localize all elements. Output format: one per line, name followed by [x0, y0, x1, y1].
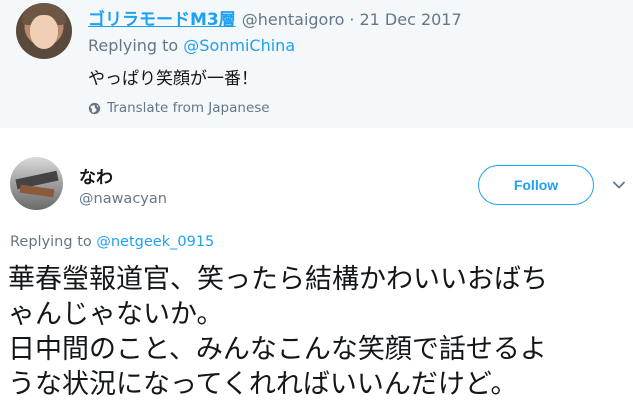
translate-link[interactable]: Translate from Japanese [88, 100, 270, 116]
follow-button[interactable]: Follow [478, 165, 594, 205]
reply-tweet-header: ゴリラモードM3層 @hentaigoro · 21 Dec 2017 [88, 5, 462, 30]
replying-prefix: Replying to [10, 234, 92, 250]
avatar-detail [19, 184, 55, 198]
reply-handle[interactable]: @hentaigoro [242, 10, 345, 29]
replying-to-mention[interactable]: @netgeek_0915 [96, 234, 214, 250]
avatar[interactable] [10, 157, 63, 210]
reply-tweet-text: やっぱり笑顔が一番！ [88, 69, 258, 89]
replying-to-line: Replying to @netgeek_0915 [10, 234, 214, 250]
avatar-face [30, 15, 58, 49]
translate-label: Translate from Japanese [107, 100, 270, 116]
main-handle[interactable]: @nawacyan [79, 191, 167, 207]
globe-icon [88, 102, 101, 114]
main-display-name[interactable]: なわ [79, 163, 113, 188]
main-tweet-text: 華春瑩報道官、笑ったら結構かわいいおばち ゃんじゃないか。 日中間のこと、みんな… [8, 264, 548, 400]
separator-dot: · [349, 10, 355, 29]
reply-tweet-card: ゴリラモードM3層 @hentaigoro · 21 Dec 2017 Repl… [0, 0, 633, 128]
avatar[interactable] [16, 3, 72, 59]
reply-date[interactable]: 21 Dec 2017 [359, 10, 461, 29]
reply-display-name[interactable]: ゴリラモードM3層 [88, 5, 236, 30]
replying-prefix: Replying to [88, 36, 179, 55]
chevron-down-icon[interactable] [612, 178, 626, 192]
replying-to-line: Replying to @SonmiChina [88, 36, 295, 55]
replying-to-mention[interactable]: @SonmiChina [183, 36, 295, 55]
